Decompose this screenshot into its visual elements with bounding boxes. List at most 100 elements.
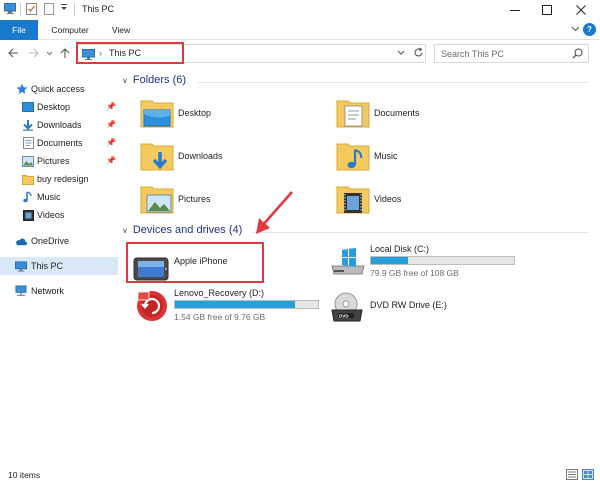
refresh-icon bbox=[414, 47, 423, 57]
drive-local-disk-c[interactable]: Local Disk (C:) 79.9 GB free of 108 GB bbox=[328, 244, 528, 288]
folder-label: Desktop bbox=[178, 108, 212, 118]
folder-label: Videos bbox=[374, 194, 402, 204]
music-folder-icon bbox=[336, 143, 370, 171]
folder-documents[interactable]: Documents bbox=[336, 96, 516, 136]
sidebar-item-this-pc[interactable]: This PC bbox=[0, 257, 118, 275]
details-view-button[interactable] bbox=[566, 469, 578, 480]
tab-computer[interactable]: Computer bbox=[44, 20, 96, 40]
svg-text:DVD: DVD bbox=[339, 313, 349, 318]
annotation-arrow-icon bbox=[256, 191, 293, 234]
documents-folder-icon bbox=[336, 100, 370, 128]
sidebar-item-desktop[interactable]: Desktop 📌 bbox=[0, 98, 118, 116]
local-disk-icon bbox=[331, 248, 365, 275]
large-icons-view-button[interactable] bbox=[582, 469, 594, 480]
chevron-down-icon[interactable]: ∨ bbox=[122, 76, 128, 85]
divider bbox=[20, 3, 21, 16]
sidebar-item-label: Videos bbox=[37, 210, 65, 220]
properties-icon[interactable] bbox=[26, 3, 37, 15]
group-header-folders[interactable]: ∨ Folders (6) bbox=[122, 74, 186, 86]
sidebar-item-network[interactable]: Network bbox=[0, 282, 118, 300]
search-input[interactable] bbox=[441, 47, 566, 60]
sidebar-item-quick-access[interactable]: Quick access bbox=[0, 80, 118, 98]
maximize-button[interactable] bbox=[530, 0, 564, 20]
expand-ribbon-button[interactable] bbox=[571, 24, 580, 35]
desktop-folder-icon bbox=[140, 100, 174, 128]
pin-icon: 📌 bbox=[106, 156, 116, 165]
tab-view[interactable]: View bbox=[104, 20, 138, 40]
arrow-up-icon bbox=[60, 47, 70, 58]
sidebar-item-downloads[interactable]: Downloads 📌 bbox=[0, 116, 118, 134]
folder-label: Downloads bbox=[178, 151, 223, 161]
up-button[interactable] bbox=[58, 45, 72, 61]
dvd-drive-icon: DVD bbox=[331, 292, 363, 322]
window-title: This PC bbox=[82, 4, 115, 14]
navigation-bar: › This PC bbox=[0, 40, 600, 66]
minimize-icon bbox=[510, 10, 520, 11]
sidebar-item-label: OneDrive bbox=[31, 236, 70, 246]
item-count: 10 items bbox=[8, 470, 41, 480]
arrow-right-icon bbox=[28, 48, 39, 58]
status-bar: 10 items bbox=[0, 466, 600, 484]
drive-dvd-rw-e[interactable]: DVD DVD RW Drive (E:) bbox=[328, 290, 528, 334]
back-button[interactable] bbox=[6, 45, 20, 61]
videos-icon bbox=[22, 209, 34, 221]
folder-desktop[interactable]: Desktop bbox=[140, 96, 320, 136]
minimize-button[interactable] bbox=[498, 0, 532, 20]
videos-folder-icon bbox=[336, 186, 370, 214]
refresh-button[interactable] bbox=[413, 47, 424, 61]
help-button[interactable]: ? bbox=[583, 23, 596, 36]
chevron-down-icon[interactable]: ∨ bbox=[122, 226, 128, 235]
this-pc-icon bbox=[15, 260, 27, 272]
drive-lenovo-recovery-d[interactable]: Lenovo_Recovery (D:) 1.54 GB free of 9.7… bbox=[132, 288, 332, 332]
drive-free-space: 1.54 GB free of 9.76 GB bbox=[174, 312, 266, 322]
details-view-icon bbox=[566, 469, 578, 480]
sidebar-item-label: Documents bbox=[37, 138, 83, 148]
pin-icon: 📌 bbox=[106, 120, 116, 129]
onedrive-cloud-icon bbox=[15, 235, 27, 247]
group-title: Folders (6) bbox=[132, 74, 187, 86]
sidebar-item-documents[interactable]: Documents 📌 bbox=[0, 134, 118, 152]
sidebar-item-videos[interactable]: Videos bbox=[0, 206, 118, 224]
search-icon[interactable] bbox=[572, 48, 583, 61]
divider bbox=[74, 3, 75, 16]
chevron-down-icon bbox=[46, 51, 52, 55]
search-box[interactable] bbox=[434, 44, 589, 63]
sidebar-item-music[interactable]: Music bbox=[0, 188, 118, 206]
recovery-drive-icon bbox=[137, 291, 167, 321]
close-button[interactable] bbox=[564, 0, 598, 20]
folder-downloads[interactable]: Downloads bbox=[140, 139, 320, 179]
documents-icon bbox=[22, 137, 34, 149]
sidebar-item-label: Quick access bbox=[31, 84, 85, 94]
new-folder-icon[interactable] bbox=[44, 3, 54, 15]
navigation-pane: Quick access Desktop 📌 Downloads 📌 Docum… bbox=[0, 66, 118, 466]
tab-file[interactable]: File bbox=[0, 20, 38, 40]
title-bar: This PC bbox=[0, 0, 600, 20]
group-header-devices[interactable]: ∨ Devices and drives (4) bbox=[122, 224, 242, 236]
pictures-icon bbox=[22, 155, 34, 167]
close-icon bbox=[576, 5, 586, 15]
folder-music[interactable]: Music bbox=[336, 139, 516, 179]
sidebar-item-label: Desktop bbox=[37, 102, 71, 112]
star-icon bbox=[16, 83, 28, 95]
drive-name: Local Disk (C:) bbox=[370, 244, 430, 254]
sidebar-item-pictures[interactable]: Pictures 📌 bbox=[0, 152, 118, 170]
divider bbox=[198, 82, 588, 83]
explorer-app-icon[interactable] bbox=[4, 3, 16, 14]
customize-toolbar-icon[interactable] bbox=[60, 3, 68, 11]
sidebar-item-onedrive[interactable]: OneDrive bbox=[0, 232, 118, 250]
sidebar-item-label: buy redesign bbox=[37, 174, 89, 184]
arrow-left-icon bbox=[7, 48, 18, 58]
folder-videos[interactable]: Videos bbox=[336, 182, 516, 222]
sidebar-item-label: Music bbox=[37, 192, 61, 202]
network-icon bbox=[15, 285, 27, 297]
folder-label: Documents bbox=[374, 108, 420, 118]
sidebar-item-buy-redesign[interactable]: buy redesign bbox=[0, 170, 118, 188]
sidebar-item-label: Pictures bbox=[37, 156, 70, 166]
pin-icon: 📌 bbox=[106, 138, 116, 147]
music-icon bbox=[22, 191, 34, 203]
address-history-button[interactable] bbox=[397, 48, 405, 58]
forward-button[interactable] bbox=[26, 45, 40, 61]
tiles-view-icon bbox=[582, 469, 594, 480]
folder-icon bbox=[22, 173, 34, 185]
recent-locations-button[interactable] bbox=[42, 45, 56, 61]
